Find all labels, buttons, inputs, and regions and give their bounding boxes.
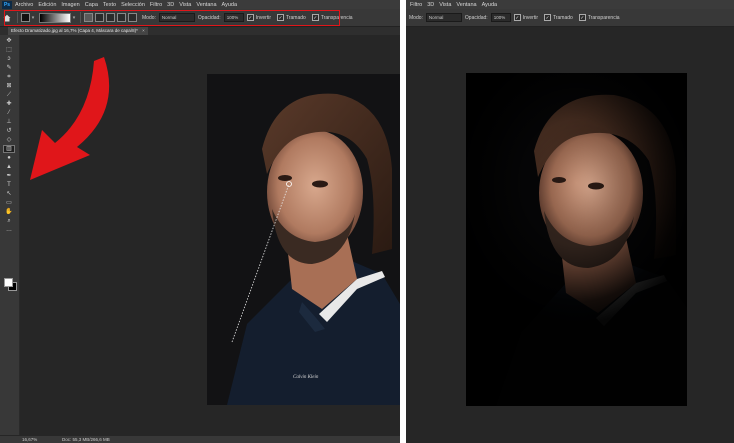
shirt-logo: Calvin Klein — [293, 375, 319, 380]
photoshop-logo: Ps — [2, 0, 12, 9]
document-tab[interactable]: Efecto Dramatizado.jpg al 16,7% (Capa 4,… — [8, 27, 148, 35]
invert-checkbox[interactable]: ✓ Invertir — [513, 14, 538, 21]
canvas-after[interactable] — [466, 73, 687, 406]
history-brush-icon[interactable]: ↺ — [4, 128, 14, 134]
gradient-icon[interactable]: ▥ — [3, 145, 15, 153]
tools-panel: ✥ ⬚ ↄ ✎ ⌗ ⊠ ⟋ ✚ ⁄ ⊥ ↺ ◇ ▥ ● ▲ ✒ T ↖ ▭ ✋ … — [0, 35, 20, 435]
pen-icon[interactable]: ✒ — [4, 173, 14, 179]
red-pointer-arrow-icon — [30, 57, 110, 180]
marquee-icon[interactable]: ⬚ — [4, 47, 14, 53]
dither-checkbox[interactable]: ✓ Tramado — [543, 14, 573, 21]
clone-stamp-icon[interactable]: ⊥ — [4, 119, 14, 125]
transparency-checkbox[interactable]: ✓ Transparencia — [578, 14, 620, 21]
menu-filtro[interactable]: Filtro — [410, 2, 422, 8]
left-photoshop-window: Ps Archivo Edición Imagen Capa Texto Sel… — [0, 0, 400, 443]
dither-label: Tramado — [552, 14, 573, 21]
opacity-label: Opacidad: — [464, 14, 488, 21]
hand-icon[interactable]: ✋ — [4, 209, 14, 215]
mode-label: Modo: — [409, 14, 423, 21]
move-icon[interactable]: ✥ — [4, 38, 14, 44]
foreground-color-swatch[interactable] — [4, 278, 13, 287]
document-tab-bar: Efecto Dramatizado.jpg al 16,7% (Capa 4,… — [0, 27, 400, 35]
close-icon[interactable]: × — [142, 28, 145, 33]
transparency-label: Transparencia — [587, 14, 620, 21]
mode-select[interactable]: Normal — [425, 13, 462, 22]
menu-filtro[interactable]: Filtro — [150, 2, 162, 8]
portrait-photo — [227, 93, 400, 405]
status-bar: 16,67% Doc: 55,3 MB/266,6 MB — [0, 436, 400, 443]
menu-3d[interactable]: 3D — [167, 2, 174, 8]
right-photoshop-window: Filtro 3D Vista Ventana Ayuda Modo: Norm… — [406, 0, 734, 443]
menu-vista[interactable]: Vista — [439, 2, 451, 8]
crop-icon[interactable]: ⌗ — [4, 74, 14, 80]
menu-seleccion[interactable]: Selección — [121, 2, 145, 8]
options-bar: Modo: Normal Opacidad: 100% ✓ Invertir ✓… — [406, 9, 734, 27]
vignette-overlay — [466, 73, 687, 406]
quick-select-icon[interactable]: ✎ — [4, 65, 14, 71]
checkbox-check-icon: ✓ — [513, 14, 521, 21]
eyedropper-icon[interactable]: ⟋ — [4, 92, 14, 98]
menu-ayuda[interactable]: Ayuda — [482, 2, 498, 8]
highlight-frame — [4, 10, 340, 26]
menu-3d[interactable]: 3D — [427, 2, 434, 8]
eraser-icon[interactable]: ◇ — [4, 137, 14, 143]
document-modified-mark: * — [136, 28, 138, 33]
menu-vista[interactable]: Vista — [179, 2, 191, 8]
menu-edicion[interactable]: Edición — [38, 2, 56, 8]
healing-icon[interactable]: ✚ — [4, 101, 14, 107]
more-icon[interactable]: … — [4, 227, 14, 233]
menu-ventana[interactable]: Ventana — [196, 2, 216, 8]
frame-icon[interactable]: ⊠ — [4, 83, 14, 89]
menu-bar: Filtro 3D Vista Ventana Ayuda — [406, 0, 734, 9]
type-icon[interactable]: T — [4, 182, 14, 188]
document-size: Doc: 55,3 MB/266,6 MB — [62, 437, 110, 442]
menu-bar: Ps Archivo Edición Imagen Capa Texto Sel… — [0, 0, 400, 9]
menu-archivo[interactable]: Archivo — [15, 2, 33, 8]
color-swatches[interactable] — [4, 278, 17, 291]
menu-ayuda[interactable]: Ayuda — [222, 2, 238, 8]
opacity-field[interactable]: 100% — [490, 13, 511, 22]
zoom-level[interactable]: 16,67% — [22, 436, 37, 443]
rectangle-icon[interactable]: ▭ — [4, 200, 14, 206]
menu-texto[interactable]: Texto — [103, 2, 116, 8]
invert-label: Invertir — [522, 14, 538, 21]
lasso-icon[interactable]: ↄ — [4, 56, 14, 62]
brush-icon[interactable]: ⁄ — [4, 110, 14, 116]
document-title: Efecto Dramatizado.jpg al 16,7% (Capa 4,… — [11, 28, 137, 33]
menu-ventana[interactable]: Ventana — [456, 2, 476, 8]
canvas-before[interactable]: Calvin Klein — [207, 74, 400, 405]
checkbox-check-icon: ✓ — [543, 14, 551, 21]
checkbox-check-icon: ✓ — [578, 14, 586, 21]
menu-capa[interactable]: Capa — [85, 2, 98, 8]
dodge-icon[interactable]: ▲ — [4, 164, 14, 170]
menu-imagen[interactable]: Imagen — [61, 2, 79, 8]
blur-icon[interactable]: ● — [4, 155, 14, 161]
zoom-icon[interactable]: ⌕ — [4, 218, 14, 224]
path-select-icon[interactable]: ↖ — [4, 191, 14, 197]
